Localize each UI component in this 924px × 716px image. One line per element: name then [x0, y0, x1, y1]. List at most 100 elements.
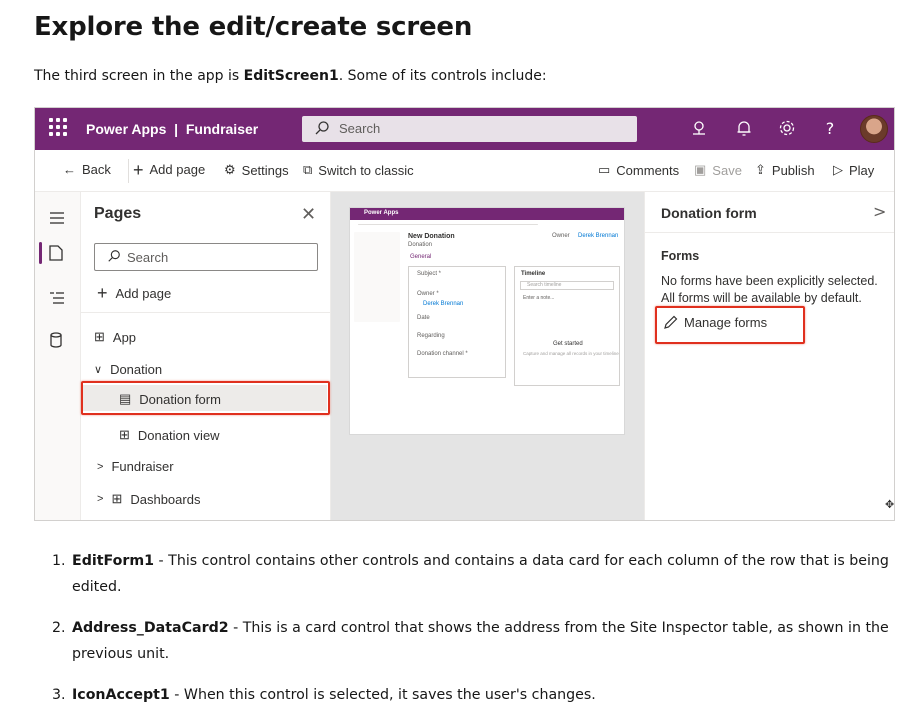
help-icon[interactable]: ? [820, 119, 840, 139]
preview-app-label: Power Apps [364, 210, 399, 216]
pages-icon[interactable] [49, 245, 67, 263]
comments-command[interactable]: ▭ Comments [598, 162, 679, 178]
search-icon [315, 121, 329, 135]
properties-panel: Donation form > Forms No forms have been… [644, 192, 894, 520]
page-title: Explore the edit/create screen [34, 12, 473, 42]
preview-owner-value: Derek Brennan [578, 233, 619, 239]
publish-command[interactable]: ⇪ Publish [755, 162, 815, 178]
waffle-icon[interactable] [49, 118, 67, 136]
grid-icon: ⊞ [119, 427, 130, 442]
preview-timeline-title: Timeline [521, 271, 546, 277]
data-icon[interactable] [49, 332, 67, 350]
back-button[interactable]: ← Back [63, 162, 111, 177]
list-number: 2. [52, 620, 66, 636]
intro-screen-name: EditScreen1 [243, 68, 339, 84]
settings-command[interactable]: ⚙ Settings [224, 162, 289, 178]
pages-panel-title: Pages [94, 205, 142, 222]
chevron-right-icon: > [97, 493, 104, 505]
canvas-area: Power Apps New Donation Donation Derek B… [331, 192, 644, 520]
resize-icon[interactable]: ✥ [885, 498, 894, 511]
tree-view-icon[interactable] [49, 290, 67, 308]
forms-description: No forms have been explicitly selected. … [661, 274, 878, 305]
preview-get-started: Get started [553, 341, 583, 347]
tree-item-fundraiser-label: Fundraiser [111, 459, 174, 474]
user-avatar[interactable] [860, 115, 888, 143]
close-icon[interactable]: ✕ [301, 204, 316, 225]
control-name: IconAccept1 [72, 687, 170, 703]
add-page-command-label: Add page [149, 162, 206, 177]
save-icon: ▣ [694, 162, 707, 177]
pages-panel: Pages ✕ Search + Add page ⊞ App ∨ Donation … [81, 192, 331, 520]
settings-gear-icon: ⚙ [224, 162, 236, 177]
properties-divider [645, 232, 894, 233]
properties-panel-title: Donation form [661, 205, 757, 221]
intro-text-after: . Some of its controls include: [338, 68, 547, 84]
header-search-box[interactable]: Search [302, 116, 637, 142]
preview-field-regarding: Regarding [417, 333, 445, 339]
header-search-placeholder: Search [339, 121, 381, 136]
preview-sidebar [354, 232, 400, 322]
form-preview[interactable]: Power Apps New Donation Donation Derek B… [349, 207, 625, 435]
save-label: Save [712, 162, 742, 178]
save-command[interactable]: ▣ Save [694, 162, 742, 178]
tree-item-app[interactable]: ⊞ App [94, 329, 136, 345]
command-bar: ← Back + Add page ⚙ Settings ⧉ Switch to cla… [35, 150, 894, 192]
switch-label: Switch to classic [318, 162, 414, 178]
controls-list: 1. EditForm1 - This control contains othe… [52, 548, 894, 716]
search-icon [108, 250, 120, 262]
environment-icon[interactable] [689, 119, 709, 139]
control-name: Address_DataCard2 [72, 620, 229, 636]
list-item: 2. Address_DataCard2 - This is a card con… [52, 615, 894, 667]
power-apps-screenshot: Power Apps | Fundraiser Search ? ← Back +… [34, 107, 895, 521]
publish-icon: ⇪ [755, 162, 766, 177]
app-name: Power Apps | Fundraiser [86, 121, 259, 137]
switch-icon: ⧉ [303, 162, 313, 177]
comment-icon: ▭ [598, 162, 611, 177]
app-header: Power Apps | Fundraiser Search ? [35, 108, 894, 150]
tree-item-donation[interactable]: ∨ Donation [94, 362, 162, 377]
preview-timeline-card: Timeline Search timeline Enter a note...… [514, 266, 620, 386]
add-page-button[interactable]: + Add page [97, 283, 171, 304]
list-item: 3. IconAccept1 - When this control is sel… [52, 682, 894, 708]
preview-fields-card: Subject * Owner * Derek Brennan Date Reg… [408, 266, 506, 378]
tree-item-fundraiser[interactable]: > Fundraiser [97, 459, 174, 474]
pages-divider [81, 312, 331, 313]
highlight-donation-form [81, 381, 330, 415]
rail-active-indicator [39, 242, 42, 264]
command-separator [128, 159, 129, 183]
hamburger-icon[interactable] [49, 210, 67, 228]
pages-search-input[interactable]: Search [94, 243, 318, 271]
preview-field-channel: Donation channel * [417, 351, 468, 357]
control-name: EditForm1 [72, 553, 155, 569]
tree-item-dashboards[interactable]: > ⊞ Dashboards [97, 491, 200, 507]
preview-field-subject: Subject * [417, 271, 442, 277]
preview-timeline-search: Search timeline [520, 281, 614, 290]
tree-item-donation-view[interactable]: ⊞ Donation view [119, 427, 220, 443]
dashboard-icon: ⊞ [111, 491, 123, 506]
left-rail [35, 192, 81, 520]
tree-item-app-label: App [112, 329, 137, 345]
list-item: 1. EditForm1 - This control contains othe… [52, 548, 894, 600]
plus-icon: + [133, 159, 144, 180]
intro-paragraph: The third screen in the app is EditScree… [34, 68, 547, 84]
preview-owner-label: Owner [552, 233, 570, 239]
preview-form-title: New Donation [408, 233, 455, 240]
tree-item-donation-label: Donation [110, 362, 163, 377]
bell-icon[interactable] [734, 119, 754, 139]
add-page-command[interactable]: + Add page [133, 159, 206, 180]
control-description: - When this control is selected, it save… [169, 687, 596, 703]
pages-search-placeholder: Search [127, 250, 169, 265]
tree-item-dashboards-label: Dashboards [130, 491, 201, 507]
highlight-manage-forms [655, 306, 805, 344]
publish-label: Publish [771, 162, 815, 178]
chevron-right-icon[interactable]: > [873, 202, 886, 221]
settings-label: Settings [241, 162, 289, 178]
forms-heading: Forms [661, 249, 700, 263]
preview-timeline-note: Enter a note... [523, 295, 555, 301]
play-command[interactable]: ▷ Play [833, 162, 874, 178]
gear-icon[interactable] [777, 119, 797, 139]
preview-form-subtitle: Donation [408, 242, 433, 248]
tree-item-donation-view-label: Donation view [137, 427, 220, 443]
preview-header: Power Apps [350, 208, 624, 220]
switch-to-classic-command[interactable]: ⧉ Switch to classic [303, 162, 414, 178]
